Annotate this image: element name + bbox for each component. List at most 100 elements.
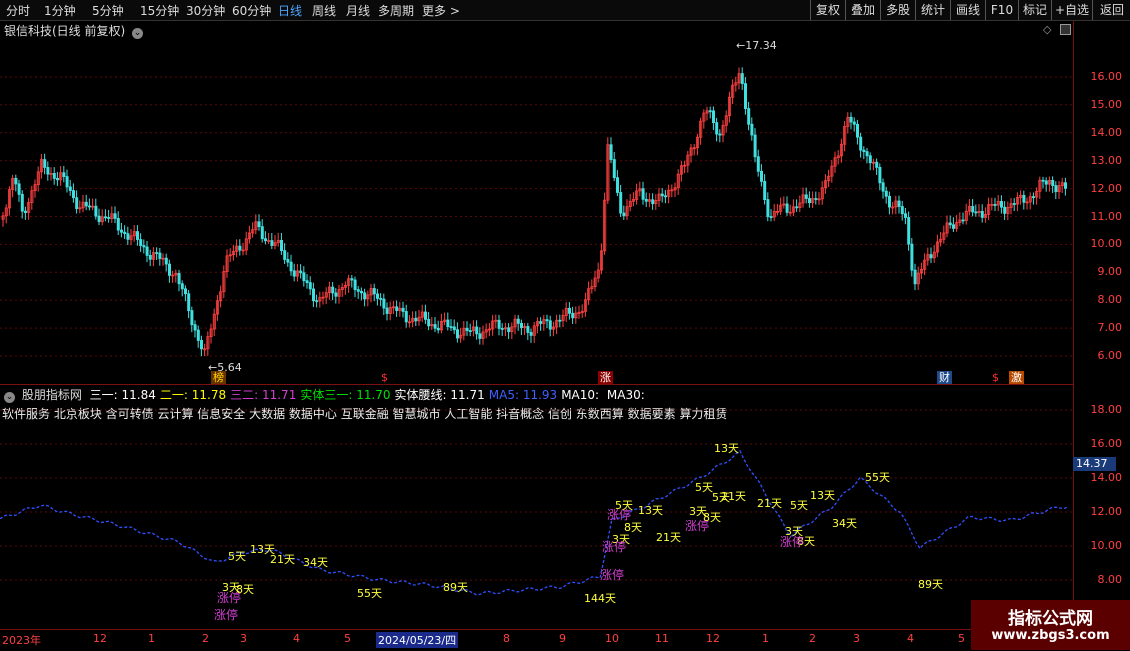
candle-body (641, 188, 645, 200)
candle-body (500, 327, 504, 330)
mark-button[interactable]: 标记 (1018, 0, 1051, 20)
candle-body (139, 239, 143, 246)
period-1min[interactable]: 1分钟 (44, 2, 76, 19)
candle-body (644, 198, 648, 202)
candle-body (795, 206, 799, 209)
candle-body (88, 205, 92, 208)
candle-body (974, 211, 978, 214)
candle-body (747, 108, 751, 125)
date-axis-label: 11 (655, 632, 669, 645)
candle-body (193, 324, 197, 331)
period-monthly[interactable]: 月线 (346, 2, 370, 19)
event-marker-dollar-2-text: $ (992, 371, 999, 384)
draw-line-button[interactable]: 画线 (950, 0, 985, 20)
candle-body (468, 330, 472, 333)
period-weekly[interactable]: 周线 (312, 2, 336, 19)
candle-body (856, 123, 860, 138)
candle-body (177, 273, 181, 285)
price-high-value: 17.34 (745, 39, 777, 52)
candle-body (334, 292, 338, 297)
price-tick-label: 11.00 (1090, 209, 1123, 223)
multi-stock-button[interactable]: 多股 (880, 0, 915, 20)
candle-body (180, 283, 184, 290)
candle-body (17, 183, 21, 195)
price-grid (0, 76, 1073, 357)
period-15min[interactable]: 15分钟 (140, 2, 179, 19)
period-daily[interactable]: 日线 (278, 2, 302, 19)
candle-body (910, 243, 914, 271)
date-axis-label: 1 (148, 632, 155, 645)
period-multi[interactable]: 多周期 (378, 2, 414, 19)
candle-body (616, 177, 620, 193)
candle-body (1044, 180, 1048, 185)
candle-body (113, 213, 117, 219)
fuquan-button[interactable]: 复权 (810, 0, 845, 20)
add-watchlist-button[interactable]: +自选 (1051, 0, 1092, 20)
candle-body (744, 83, 748, 109)
event-marker-zhang[interactable]: 涨 (598, 371, 613, 384)
date-axis-label: 2 (809, 632, 816, 645)
candle-body (350, 278, 354, 281)
candle-body (478, 333, 482, 339)
candle-body (123, 231, 127, 235)
candle-body (766, 199, 770, 217)
candle-body (1000, 201, 1004, 208)
candle-body (436, 327, 440, 331)
candle-body (558, 319, 562, 322)
candle-body (148, 254, 152, 260)
period-more[interactable]: 更多 > (422, 2, 460, 19)
price-tick-label: 13.00 (1090, 153, 1123, 167)
period-fenshi[interactable]: 分时 (6, 2, 30, 19)
candle-body (305, 280, 309, 284)
candle-body (385, 307, 389, 314)
candle-body (308, 282, 312, 290)
candle-body (311, 288, 315, 302)
indicator-tick-label: 8.00 (1097, 573, 1123, 586)
stats-button[interactable]: 统计 (915, 0, 950, 20)
period-5min[interactable]: 5分钟 (92, 2, 124, 19)
candle-body (878, 166, 882, 184)
candle-body (104, 216, 108, 219)
candle-body (804, 194, 808, 199)
candle-body (187, 293, 191, 311)
period-30min[interactable]: 30分钟 (186, 2, 225, 19)
indicator-tick-label: 10.00 (1090, 539, 1123, 552)
price-tick-label: 6.00 (1097, 349, 1123, 362)
candle-body (1054, 185, 1058, 193)
overlay-button[interactable]: 叠加 (845, 0, 880, 20)
price-tick-label: 15.00 (1090, 97, 1123, 111)
candle-body (449, 326, 453, 328)
indicator-chart (0, 409, 1073, 596)
event-marker-bang[interactable]: 榜 (211, 371, 226, 384)
candle-body (763, 180, 767, 201)
event-marker-bang-text: 榜 (213, 371, 224, 384)
candle-body (363, 292, 367, 300)
event-marker-dollar-1[interactable]: $ (379, 371, 390, 384)
f10-button[interactable]: F10 (985, 0, 1018, 20)
candle-body (356, 289, 360, 292)
candle-body (529, 332, 533, 336)
candles (1, 67, 1068, 357)
price-tick-label: 7.00 (1097, 321, 1123, 335)
back-button[interactable]: 返回 (1092, 0, 1130, 20)
candle-body (888, 195, 892, 208)
event-marker-cai[interactable]: 财 (937, 371, 952, 384)
candle-body (520, 322, 524, 328)
candle-body (75, 197, 79, 210)
candle-body (382, 298, 386, 309)
event-marker-dollar-2[interactable]: $ (990, 371, 1001, 384)
candle-body (65, 176, 69, 188)
candle-body (116, 218, 120, 231)
candle-body (270, 240, 274, 246)
candle-body (900, 206, 904, 215)
candle-body (302, 272, 306, 282)
price-tick-label: 12.00 (1090, 181, 1123, 195)
period-60min[interactable]: 60分钟 (232, 2, 271, 19)
candle-body (331, 286, 335, 294)
candle-body (1041, 179, 1045, 182)
current-value-tag: 14.37 (1073, 457, 1116, 471)
price-tick-label: 8.00 (1097, 293, 1123, 307)
event-marker-ji[interactable]: 激 (1009, 371, 1024, 384)
candle-body (359, 290, 363, 294)
candle-body (545, 319, 549, 322)
